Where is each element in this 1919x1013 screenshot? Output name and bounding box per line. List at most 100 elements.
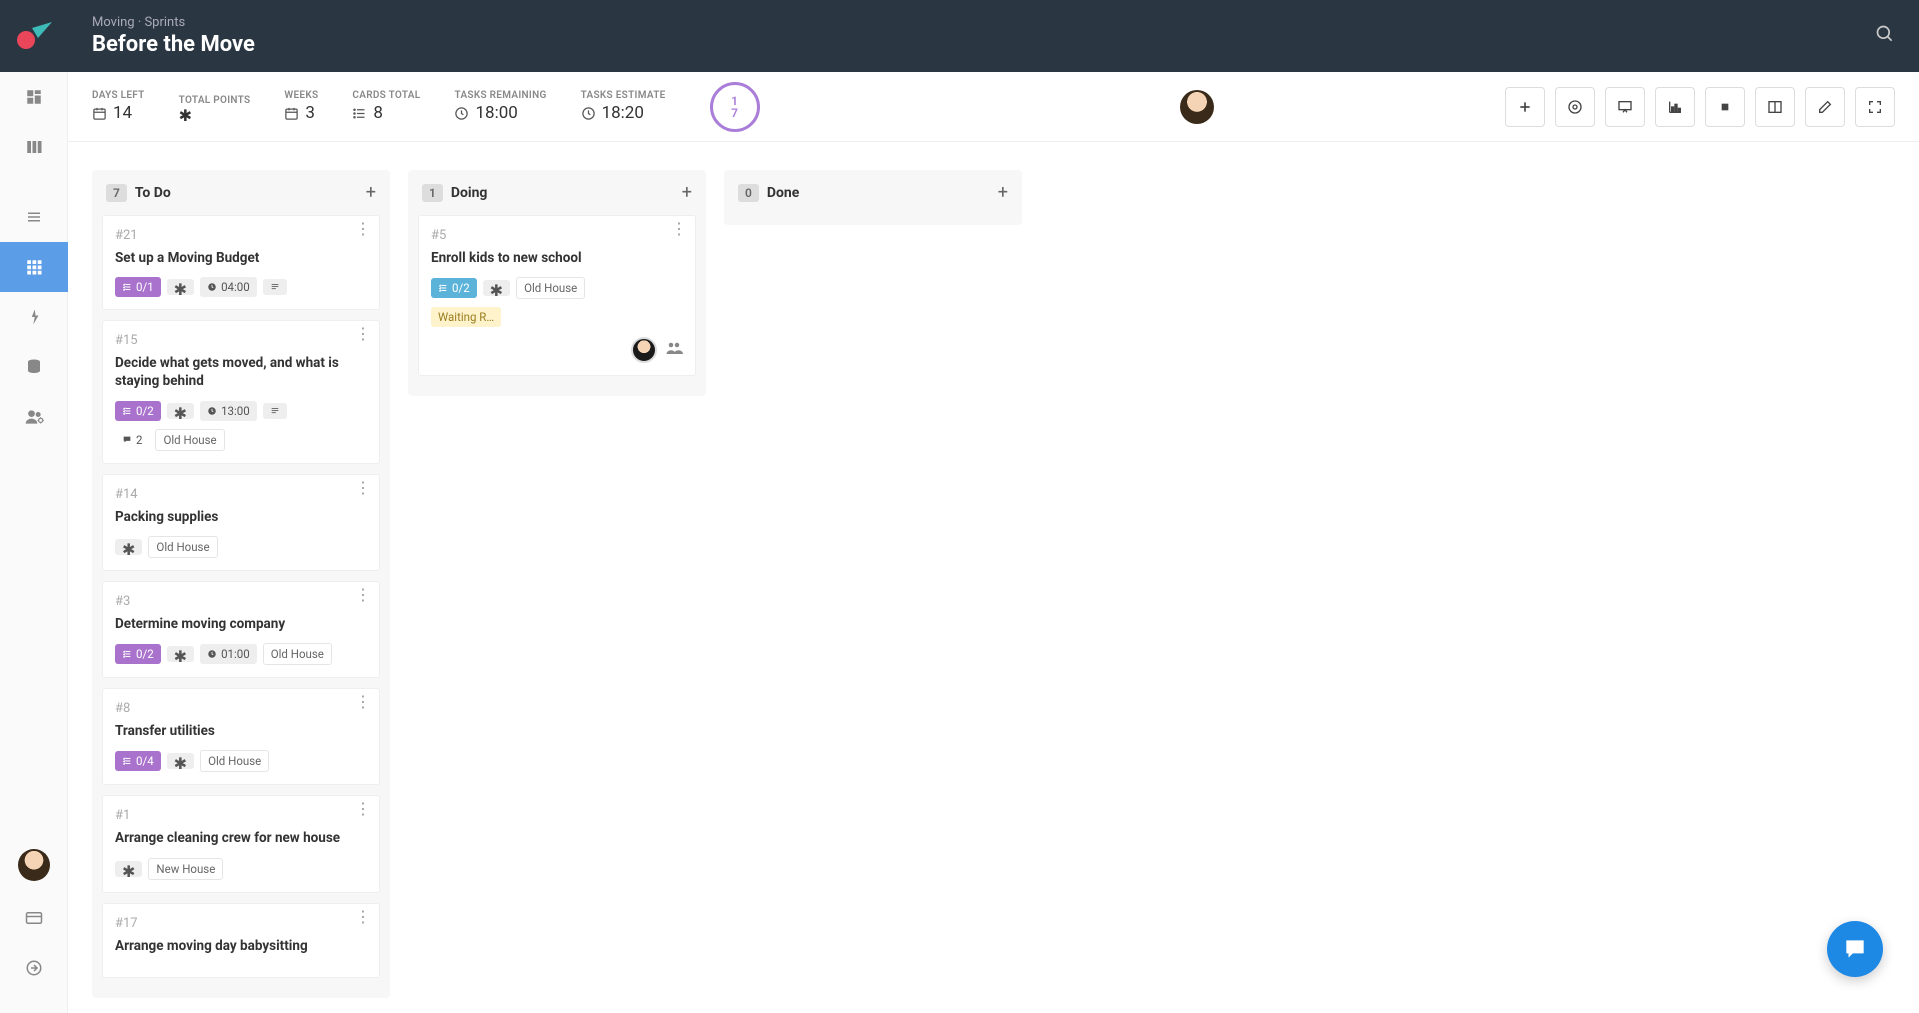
time-pill: 13:00 [200, 401, 257, 421]
tag-pill: Old House [263, 643, 332, 665]
card[interactable]: ⋮ #5 Enroll kids to new school 0/2 ✱ Old H… [418, 215, 696, 376]
comments-pill: 2 [115, 430, 149, 450]
sprint-progress-circle[interactable]: 1 7 [710, 82, 760, 132]
card-title: Transfer utilities [115, 722, 367, 740]
user-avatar-sidebar[interactable] [18, 849, 50, 881]
card-menu-button[interactable]: ⋮ [355, 914, 371, 920]
card[interactable]: ⋮ #8 Transfer utilities 0/4✱Old House [102, 688, 380, 785]
card-id: #15 [115, 333, 367, 348]
column-doing: 1 Doing + ⋮ #5 Enroll kids to new school 0… [408, 170, 706, 396]
points-pill: ✱ [483, 280, 510, 296]
chat-button[interactable] [1827, 921, 1883, 977]
add-card-button[interactable]: + [998, 182, 1008, 203]
card-title: Decide what gets moved, and what is stay… [115, 354, 367, 390]
nav-sprint[interactable] [0, 292, 68, 342]
nav-board[interactable] [0, 242, 68, 292]
chart-button[interactable] [1655, 87, 1695, 127]
nav-list[interactable] [0, 192, 68, 242]
card[interactable]: ⋮ #21 Set up a Moving Budget 0/1✱ 04:00 [102, 215, 380, 310]
people-icon[interactable] [665, 339, 683, 361]
progress-pill: 0/2 [115, 401, 161, 421]
card-id: #21 [115, 228, 367, 243]
column-todo: 7To Do+ ⋮ #21 Set up a Moving Budget 0/1… [92, 170, 390, 998]
card[interactable]: ⋮ #15 Decide what gets moved, and what i… [102, 320, 380, 463]
add-card-button[interactable]: + [682, 182, 692, 203]
tag-pill: Old House [516, 277, 585, 299]
tag-pill: New House [148, 858, 223, 880]
nav-billing[interactable] [0, 893, 68, 943]
nav-database[interactable] [0, 342, 68, 392]
card[interactable]: ⋮ #17 Arrange moving day babysitting [102, 903, 380, 978]
nav-columns[interactable] [0, 122, 68, 172]
card-id: #8 [115, 701, 367, 716]
clock-icon [581, 106, 596, 121]
card-menu-button[interactable]: ⋮ [355, 331, 371, 337]
card-id: #14 [115, 487, 367, 502]
column-count: 1 [422, 184, 443, 202]
tag-pill: Old House [148, 536, 217, 558]
presentation-button[interactable] [1605, 87, 1645, 127]
fullscreen-button[interactable] [1855, 87, 1895, 127]
sidebar [0, 0, 68, 1013]
page-title: Before the Move [92, 32, 255, 57]
card-id: #1 [115, 808, 367, 823]
card[interactable]: ⋮ #1 Arrange cleaning crew for new house… [102, 795, 380, 892]
column-count: 0 [738, 184, 759, 202]
tag-pill: Old House [155, 429, 224, 451]
stop-button[interactable] [1705, 87, 1745, 127]
search-button[interactable] [1875, 24, 1895, 48]
card[interactable]: ⋮ #3 Determine moving company 0/2✱ 01:00… [102, 581, 380, 678]
card-id: #17 [115, 916, 367, 931]
stat-tasks-remaining: TASKS REMAINING 18:00 [454, 90, 546, 123]
card-title: Packing supplies [115, 508, 367, 526]
stat-days-left: DAYS LEFT 14 [92, 90, 145, 123]
column-done: 0 Done + [724, 170, 1022, 225]
breadcrumb[interactable]: Moving · Sprints [92, 15, 255, 30]
card-menu-button[interactable]: ⋮ [355, 806, 371, 812]
column-title: Doing [451, 185, 488, 201]
nav-logout[interactable] [0, 943, 68, 993]
points-pill: ✱ [167, 279, 194, 295]
description-pill [263, 403, 287, 419]
list-icon [352, 106, 367, 121]
card-id: #3 [115, 594, 367, 609]
calendar-icon [92, 106, 107, 121]
progress-pill: 0/2 [115, 644, 161, 664]
time-pill: 01:00 [200, 644, 257, 664]
card-title: Determine moving company [115, 615, 367, 633]
description-pill [263, 279, 287, 295]
kanban-board: 7To Do+ ⋮ #21 Set up a Moving Budget 0/1… [68, 142, 1919, 1013]
edit-button[interactable] [1805, 87, 1845, 127]
header: Moving · Sprints Before the Move [68, 0, 1919, 72]
card[interactable]: ⋮ #14 Packing supplies ✱ Old House [102, 474, 380, 571]
card-menu-button[interactable]: ⋮ [355, 592, 371, 598]
card-title: Set up a Moving Budget [115, 249, 367, 267]
add-card-button[interactable]: + [366, 182, 376, 203]
card-id: #5 [431, 228, 683, 243]
card-title: Arrange cleaning crew for new house [115, 829, 367, 847]
clock-icon [454, 106, 469, 121]
asterisk-icon: ✱ [179, 111, 192, 121]
layout-button[interactable] [1755, 87, 1795, 127]
status-pill: Waiting R… [431, 307, 501, 327]
card-title: Enroll kids to new school [431, 249, 683, 267]
stats-bar: DAYS LEFT 14 TOTAL POINTS ✱ WEEKS 3 CARD… [68, 72, 1919, 142]
add-button[interactable] [1505, 87, 1545, 127]
card-menu-button[interactable]: ⋮ [355, 485, 371, 491]
card-title: Arrange moving day babysitting [115, 937, 367, 955]
card-menu-button[interactable]: ⋮ [355, 226, 371, 232]
card-menu-button[interactable]: ⋮ [355, 699, 371, 705]
points-pill: ✱ [167, 753, 194, 769]
assignee-avatar[interactable] [1180, 90, 1214, 124]
points-pill: ✱ [115, 539, 142, 555]
card-assignee-avatar[interactable] [631, 337, 657, 363]
settings-button[interactable] [1555, 87, 1595, 127]
column-title: Done [767, 185, 799, 201]
progress-pill: 0/2 [431, 278, 477, 298]
app-logo[interactable] [0, 0, 68, 72]
card-menu-button[interactable]: ⋮ [671, 226, 687, 232]
nav-team[interactable] [0, 392, 68, 442]
progress-pill: 0/4 [115, 751, 161, 771]
nav-dashboard[interactable] [0, 72, 68, 122]
column-title: To Do [135, 185, 171, 201]
